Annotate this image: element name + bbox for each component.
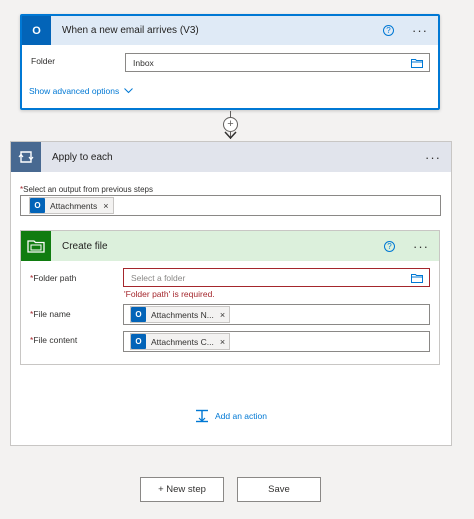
create-file-header[interactable]: Create file ? ··· (21, 231, 439, 261)
trigger-title: When a new email arrives (V3) (62, 25, 199, 36)
folder-picker-icon[interactable] (411, 58, 423, 68)
trigger-more-menu[interactable]: ··· (412, 24, 428, 37)
apply-to-each-title: Apply to each (52, 151, 113, 163)
folder-value: Inbox (133, 57, 154, 68)
folder-path-placeholder: Select a folder (131, 272, 186, 283)
chevron-down-icon (124, 88, 134, 94)
output-field[interactable]: O Attachments × (20, 195, 441, 216)
attachments-content-token[interactable]: O Attachments C... × (130, 333, 231, 350)
attachments-token[interactable]: O Attachments × (29, 197, 114, 214)
create-file-more-menu[interactable]: ··· (413, 240, 429, 253)
save-button[interactable]: Save (237, 477, 321, 502)
folder-field[interactable]: Inbox (125, 53, 430, 72)
folder-path-input[interactable]: Select a folder (123, 268, 430, 287)
remove-token-icon[interactable]: × (103, 201, 108, 211)
remove-token-icon[interactable]: × (220, 337, 225, 347)
outlook-icon: O (131, 334, 146, 349)
folder-picker-icon[interactable] (411, 273, 423, 283)
add-action-icon (196, 409, 208, 423)
outlook-icon: O (131, 307, 146, 322)
sharepoint-icon (21, 231, 51, 261)
folder-path-error: 'Folder path' is required. (124, 289, 215, 299)
trigger-header[interactable]: O When a new email arrives (V3) ? ··· (22, 16, 438, 45)
arrow-down-icon (224, 131, 237, 140)
add-action-button[interactable]: Add an action (195, 409, 267, 423)
insert-step-button[interactable]: + (223, 117, 238, 132)
file-name-field[interactable]: O Attachments N... × (123, 304, 430, 325)
folder-label: Folder (31, 56, 56, 66)
attachments-name-token[interactable]: O Attachments N... × (130, 306, 231, 323)
attachments-name-token-label: Attachments N... (151, 309, 214, 320)
trigger-card[interactable]: O When a new email arrives (V3) ? ··· Fo… (20, 14, 440, 110)
add-action-label: Add an action (215, 411, 267, 421)
new-step-button[interactable]: + New step (140, 477, 224, 502)
show-advanced-options[interactable]: Show advanced options (29, 86, 134, 96)
plus-icon: + (227, 118, 234, 130)
apply-more-menu[interactable]: ··· (425, 151, 441, 164)
outlook-icon: O (22, 16, 51, 45)
create-file-card[interactable]: Create file ? ··· *Folder path Select a … (20, 230, 440, 365)
folder-path-label: *Folder path (30, 273, 77, 283)
file-content-field[interactable]: O Attachments C... × (123, 331, 430, 352)
outlook-icon: O (30, 198, 45, 213)
create-file-title: Create file (62, 240, 108, 252)
output-label: *Select an output from previous steps (20, 185, 153, 194)
help-icon[interactable]: ? (384, 240, 395, 252)
show-advanced-label: Show advanced options (29, 86, 120, 96)
attachments-token-label: Attachments (50, 200, 98, 211)
attachments-content-token-label: Attachments C... (151, 336, 214, 347)
file-name-label: *File name (30, 309, 71, 319)
loop-icon (11, 142, 41, 172)
remove-token-icon[interactable]: × (220, 310, 225, 320)
apply-to-each-header[interactable]: Apply to each ··· (11, 142, 451, 172)
help-icon[interactable]: ? (383, 25, 394, 36)
file-content-label: *File content (30, 335, 78, 345)
